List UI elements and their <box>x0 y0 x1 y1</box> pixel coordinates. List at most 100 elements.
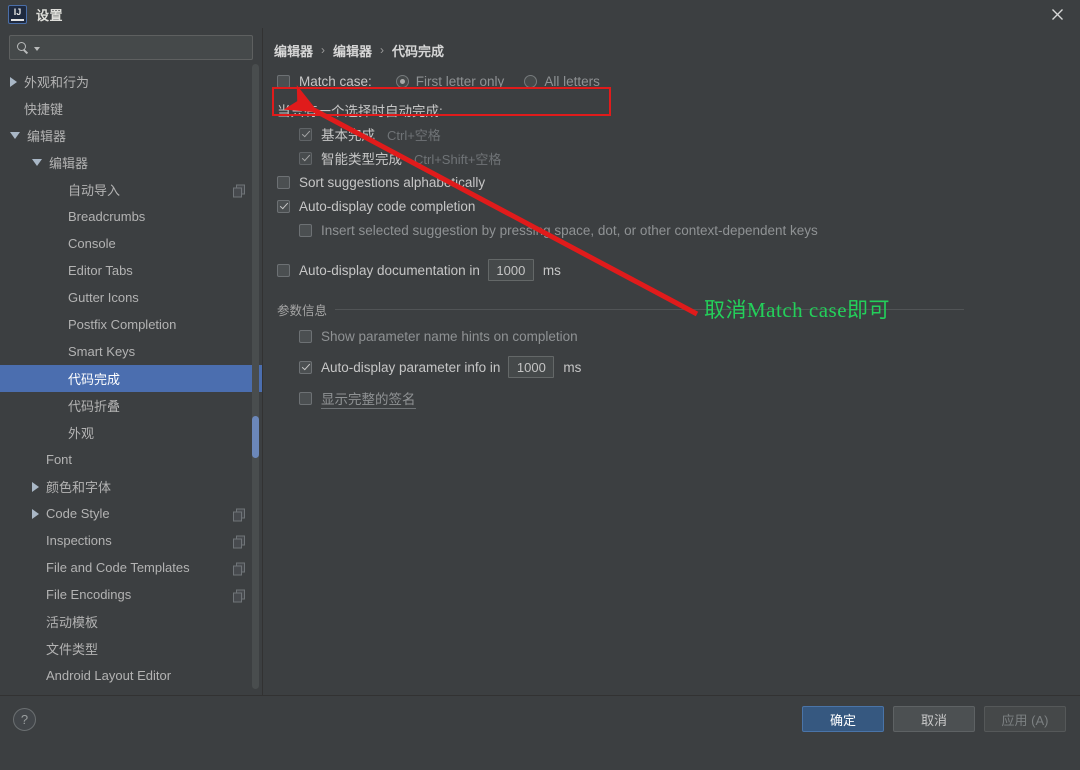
chevron-down-icon[interactable] <box>34 47 40 51</box>
auto-complete-group-title: 当只有一个选择时自动完成: <box>277 98 1080 122</box>
sidebar-item-4[interactable]: 自动导入 <box>0 176 262 203</box>
parameter-info-section-header: 参数信息 <box>277 300 1080 319</box>
breadcrumb-separator-icon: › <box>321 43 325 57</box>
dialog-footer: ? 确定 取消 应用 (A) <box>0 695 1080 742</box>
sidebar-item-8[interactable]: Gutter Icons <box>0 284 262 311</box>
auto-display-documentation-label: Auto-display documentation in <box>299 263 480 278</box>
annotation-note: 取消Match case即可 <box>704 294 890 324</box>
sidebar-item-1[interactable]: 快捷键 <box>0 95 262 122</box>
sidebar-item-label: Postfix Completion <box>68 317 244 332</box>
settings-main-panel: 编辑器 › 编辑器 › 代码完成 Match case: First lette… <box>263 28 1080 695</box>
sidebar-item-13[interactable]: 外观 <box>0 419 262 446</box>
auto-display-parameter-info-checkbox[interactable] <box>299 361 312 374</box>
sidebar-item-6[interactable]: Console <box>0 230 262 257</box>
apply-button[interactable]: 应用 (A) <box>984 706 1066 732</box>
sidebar-item-label: Editor Tabs <box>68 263 244 278</box>
sidebar-item-label: Breadcrumbs <box>68 209 244 224</box>
show-full-signature-row: 显示完整的签名 <box>277 383 1080 413</box>
copy-settings-icon <box>233 535 244 546</box>
match-case-checkbox[interactable] <box>277 75 290 88</box>
search-container <box>0 28 262 66</box>
smart-type-completion-row: 智能类型完成 Ctrl+Shift+空格 <box>277 146 1080 170</box>
basic-completion-checkbox[interactable] <box>299 128 312 141</box>
sidebar-item-3[interactable]: 编辑器 <box>0 149 262 176</box>
breadcrumb-part-1[interactable]: 编辑器 <box>274 41 313 60</box>
chevron-right-icon[interactable] <box>32 482 39 492</box>
sort-suggestions-label: Sort suggestions alphabetically <box>299 175 485 190</box>
show-full-signature-checkbox[interactable] <box>299 392 312 405</box>
sidebar-item-22[interactable]: Android Layout Editor <box>0 662 262 689</box>
parameter-info-title: 参数信息 <box>277 300 327 319</box>
first-letter-only-radio[interactable] <box>396 75 409 88</box>
sidebar-item-2[interactable]: 编辑器 <box>0 122 262 149</box>
auto-display-documentation-input[interactable]: 1000 <box>488 259 534 281</box>
sidebar-item-label: Font <box>46 452 244 467</box>
sidebar-item-5[interactable]: Breadcrumbs <box>0 203 262 230</box>
help-icon[interactable]: ? <box>13 708 36 731</box>
show-full-signature-label: 显示完整的签名 <box>321 388 416 409</box>
sidebar-scrollbar-track[interactable] <box>252 64 259 689</box>
auto-display-documentation-unit: ms <box>543 263 561 278</box>
copy-settings-icon <box>233 589 244 600</box>
breadcrumb-part-3: 代码完成 <box>392 41 444 60</box>
sidebar-item-12[interactable]: 代码折叠 <box>0 392 262 419</box>
sidebar-item-label: Inspections <box>46 533 244 548</box>
chevron-right-icon[interactable] <box>32 509 39 519</box>
match-case-row: Match case: First letter only All letter… <box>277 68 1080 94</box>
close-icon[interactable] <box>1034 0 1080 28</box>
insert-selected-checkbox[interactable] <box>299 224 312 237</box>
sidebar-item-0[interactable]: 外观和行为 <box>0 68 262 95</box>
show-parameter-hints-row: Show parameter name hints on completion <box>277 321 1080 351</box>
close-glyph <box>1051 8 1064 21</box>
chevron-right-icon[interactable] <box>10 77 17 87</box>
breadcrumb-part-2[interactable]: 编辑器 <box>333 41 372 60</box>
chevron-down-icon[interactable] <box>10 132 20 139</box>
search-input[interactable] <box>9 35 253 60</box>
search-icon <box>17 41 31 55</box>
all-letters-radio[interactable] <box>524 75 537 88</box>
all-letters-label: All letters <box>544 74 600 89</box>
sidebar-item-label: 外观 <box>68 423 244 442</box>
sidebar-item-15[interactable]: 颜色和字体 <box>0 473 262 500</box>
settings-options: Match case: First letter only All letter… <box>263 60 1080 413</box>
sidebar-item-10[interactable]: Smart Keys <box>0 338 262 365</box>
settings-sidebar: 外观和行为快捷键编辑器编辑器自动导入BreadcrumbsConsoleEdit… <box>0 28 263 695</box>
sidebar-item-16[interactable]: Code Style <box>0 500 262 527</box>
sidebar-item-11[interactable]: 代码完成 <box>0 365 262 392</box>
sidebar-item-label: 文件类型 <box>46 639 244 658</box>
sidebar-item-label: 编辑器 <box>49 153 244 172</box>
sidebar-item-label: Android Layout Editor <box>46 668 244 683</box>
sidebar-item-label: Console <box>68 236 244 251</box>
auto-display-completion-checkbox[interactable] <box>277 200 290 213</box>
sidebar-item-20[interactable]: 活动模板 <box>0 608 262 635</box>
sidebar-item-label: 代码完成 <box>68 369 244 388</box>
breadcrumb: 编辑器 › 编辑器 › 代码完成 <box>263 28 1080 60</box>
sidebar-item-9[interactable]: Postfix Completion <box>0 311 262 338</box>
show-parameter-hints-label: Show parameter name hints on completion <box>321 329 578 344</box>
sidebar-item-17[interactable]: Inspections <box>0 527 262 554</box>
sidebar-item-label: File Encodings <box>46 587 244 602</box>
smart-type-completion-checkbox[interactable] <box>299 152 312 165</box>
sidebar-item-7[interactable]: Editor Tabs <box>0 257 262 284</box>
first-letter-only-label: First letter only <box>416 74 505 89</box>
settings-tree[interactable]: 外观和行为快捷键编辑器编辑器自动导入BreadcrumbsConsoleEdit… <box>0 66 262 695</box>
ok-button[interactable]: 确定 <box>802 706 884 732</box>
sidebar-item-label: 快捷键 <box>24 99 244 118</box>
sort-suggestions-checkbox[interactable] <box>277 176 290 189</box>
sidebar-item-14[interactable]: Font <box>0 446 262 473</box>
sidebar-item-18[interactable]: File and Code Templates <box>0 554 262 581</box>
auto-display-parameter-info-input[interactable]: 1000 <box>508 356 554 378</box>
sidebar-scrollbar-thumb[interactable] <box>252 416 259 458</box>
auto-display-parameter-info-label: Auto-display parameter info in <box>321 360 500 375</box>
sidebar-item-label: Gutter Icons <box>68 290 244 305</box>
insert-selected-label: Insert selected suggestion by pressing s… <box>321 223 818 238</box>
sidebar-item-19[interactable]: File Encodings <box>0 581 262 608</box>
chevron-down-icon[interactable] <box>32 159 42 166</box>
sidebar-item-label: 自动导入 <box>68 180 244 199</box>
auto-display-documentation-checkbox[interactable] <box>277 264 290 277</box>
sidebar-item-21[interactable]: 文件类型 <box>0 635 262 662</box>
sidebar-item-label: Smart Keys <box>68 344 244 359</box>
smart-type-completion-shortcut: Ctrl+Shift+空格 <box>414 149 501 168</box>
show-parameter-hints-checkbox[interactable] <box>299 330 312 343</box>
cancel-button[interactable]: 取消 <box>893 706 975 732</box>
